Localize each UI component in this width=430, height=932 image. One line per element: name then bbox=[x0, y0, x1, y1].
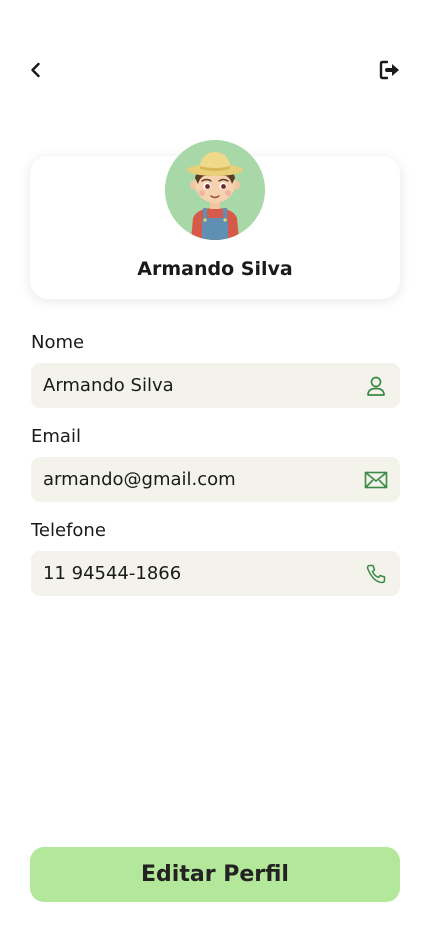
profile-screen: Armando Silva Nome Armando Silva Email a… bbox=[0, 0, 430, 932]
top-bar bbox=[0, 0, 430, 120]
avatar[interactable] bbox=[165, 140, 265, 240]
phone-field-label: Telefone bbox=[31, 520, 106, 541]
farmer-avatar-illustration bbox=[165, 140, 265, 240]
user-icon bbox=[364, 374, 388, 398]
email-field[interactable]: armando@gmail.com bbox=[31, 457, 400, 502]
envelope-icon bbox=[364, 468, 388, 492]
email-field-value[interactable]: armando@gmail.com bbox=[43, 469, 364, 490]
phone-field[interactable]: 11 94544-1866 bbox=[31, 551, 400, 596]
logout-icon bbox=[379, 60, 399, 80]
name-field[interactable]: Armando Silva bbox=[31, 363, 400, 408]
email-field-label: Email bbox=[31, 426, 81, 447]
name-field-label: Nome bbox=[31, 332, 85, 353]
name-field-value[interactable]: Armando Silva bbox=[43, 375, 364, 396]
phone-field-value[interactable]: 11 94544-1866 bbox=[43, 563, 364, 584]
chevron-left-icon bbox=[31, 62, 40, 78]
profile-name: Armando Silva bbox=[137, 258, 293, 280]
phone-icon bbox=[364, 562, 388, 586]
edit-profile-button[interactable]: Editar Perfil bbox=[30, 847, 400, 902]
logout-button[interactable] bbox=[374, 56, 406, 84]
back-button[interactable] bbox=[22, 56, 50, 84]
